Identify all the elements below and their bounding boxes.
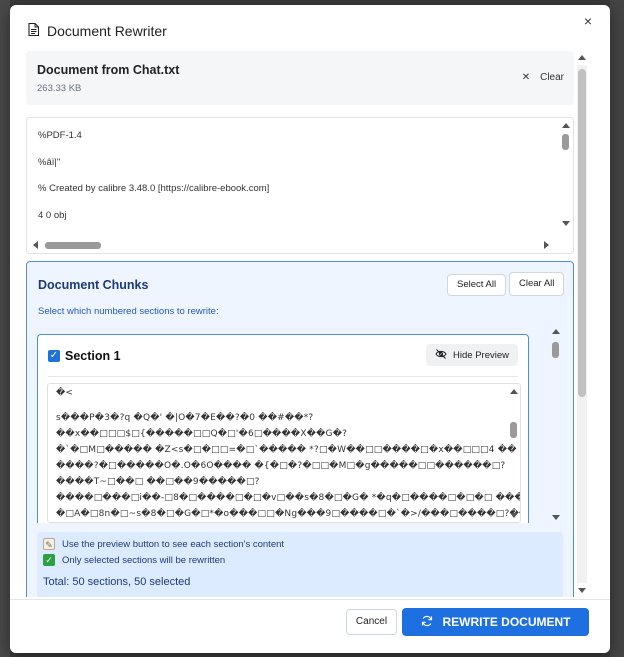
refresh-icon [421, 615, 433, 630]
document-icon [28, 22, 40, 39]
check-icon: ✓ [43, 554, 55, 566]
preview-line: �< [56, 388, 74, 398]
chunks-info-box: ✎ Use the preview button to see each sec… [37, 532, 563, 597]
file-name: Document from Chat.txt [37, 63, 180, 77]
section-preview-text[interactable]: �< s���P�3�?q �Q�' �|O�7�E��?�0 ��#��*? … [47, 383, 521, 523]
selected-hint: Only selected sections will be rewritten [62, 554, 226, 566]
preview-line: ����?�□�����O�.O�6O���� �{�□�?�□□�M□�g��… [56, 461, 506, 471]
chunks-subtitle: Select which numbered sections to rewrit… [38, 306, 219, 317]
chunks-title: Document Chunks [38, 278, 149, 292]
preview-line: �`�□M□����� �Z<s�□�□□=�□`����� *?□�W��□□… [56, 445, 521, 455]
background-app-left [0, 0, 10, 657]
scroll-right-arrow-icon[interactable] [544, 241, 549, 249]
scroll-down-arrow-icon[interactable] [510, 513, 518, 518]
raw-line: %PDF-1.4 [38, 130, 82, 141]
preview-hint-row: ✎ Use the preview button to see each sec… [43, 538, 284, 550]
scroll-down-arrow-icon[interactable] [552, 515, 560, 520]
hide-preview-label: Hide Preview [453, 349, 509, 361]
scrollbar-thumb[interactable] [578, 69, 586, 397]
divider [48, 376, 518, 377]
document-rewriter-dialog: Document Rewriter × Document from Chat.t… [10, 5, 610, 653]
scrollbar-thumb[interactable] [510, 422, 517, 438]
rewrite-document-label: REWRITE DOCUMENT [442, 615, 571, 629]
raw-vertical-scrollbar[interactable] [561, 120, 571, 232]
document-chunks-panel: Document Chunks Select which numbered se… [26, 261, 574, 597]
clear-all-button[interactable]: Clear All [509, 272, 565, 296]
preview-line: ����□���□i��-□8�□����□�□�v□��s�8�□�G� *�… [56, 493, 520, 503]
scroll-up-arrow-icon[interactable] [562, 123, 570, 128]
raw-line: %âï|" [38, 157, 61, 168]
dialog-scroll-content: Document from Chat.txt 263.33 KB ✕ Clear… [26, 51, 578, 597]
scroll-down-arrow-icon[interactable] [578, 588, 586, 593]
clear-file-button[interactable]: ✕ Clear [522, 67, 564, 87]
cancel-button[interactable]: Cancel [346, 609, 397, 635]
note-icon: ✎ [43, 538, 55, 550]
dialog-header: Document Rewriter [28, 21, 167, 41]
preview-scrollbar[interactable] [509, 386, 518, 520]
raw-line: % Created by calibre 3.48.0 [https://cal… [38, 183, 270, 194]
scroll-up-arrow-icon[interactable] [578, 55, 586, 60]
eye-off-icon [435, 348, 447, 362]
preview-line: �□A�□8n�□~s�8�□�G�□*�o���□□�Ng���9□����□… [56, 509, 521, 519]
preview-line: s���P�3�?q �Q�' �|O�7�E��?�0 ��#��*? [56, 413, 314, 423]
clear-file-label: Clear [540, 71, 564, 83]
scrollbar-thumb[interactable] [562, 134, 569, 150]
preview-hint: Use the preview button to see each secti… [62, 538, 285, 550]
raw-horizontal-scrollbar[interactable] [29, 239, 553, 251]
section-title: Section 1 [65, 349, 121, 363]
footer-divider [10, 599, 610, 600]
section-checkbox[interactable]: ✓ [48, 350, 60, 362]
raw-text-preview[interactable]: %PDF-1.4 %âï|" % Created by calibre 3.48… [26, 117, 574, 254]
scrollbar-thumb[interactable] [45, 242, 101, 249]
preview-line: ����T~□��□ ��□��9�����□? [56, 477, 260, 487]
file-card: Document from Chat.txt 263.33 KB ✕ Clear [26, 51, 574, 105]
dialog-title: Document Rewriter [47, 23, 167, 39]
rewrite-document-button[interactable]: REWRITE DOCUMENT [402, 608, 589, 636]
close-icon: ✕ [521, 71, 531, 83]
scroll-up-arrow-icon[interactable] [510, 389, 518, 394]
close-icon[interactable]: × [580, 13, 596, 29]
preview-line: ��x��□□□$□{�����□□Q�□'�6□����X��G�? [56, 429, 348, 439]
selected-hint-row: ✓ Only selected sections will be rewritt… [43, 554, 225, 566]
sections-total: Total: 50 sections, 50 selected [43, 576, 191, 588]
scrollbar-thumb[interactable] [552, 342, 559, 358]
sections-scrollbar[interactable] [551, 326, 561, 523]
scroll-up-arrow-icon[interactable] [552, 329, 560, 334]
background-app-right [610, 0, 624, 657]
sections-list[interactable]: ✓ Section 1 Hide Preview �< s���P�3�?q �… [37, 326, 563, 523]
dialog-scrollbar[interactable] [577, 53, 587, 595]
scroll-left-arrow-icon[interactable] [33, 241, 38, 249]
section-card: ✓ Section 1 Hide Preview �< s���P�3�?q �… [37, 334, 529, 523]
file-size: 263.33 KB [37, 83, 82, 94]
raw-line: 4 0 obj [38, 210, 67, 221]
hide-preview-button[interactable]: Hide Preview [426, 344, 518, 366]
select-all-button[interactable]: Select All [447, 274, 507, 296]
scroll-down-arrow-icon[interactable] [562, 221, 570, 226]
